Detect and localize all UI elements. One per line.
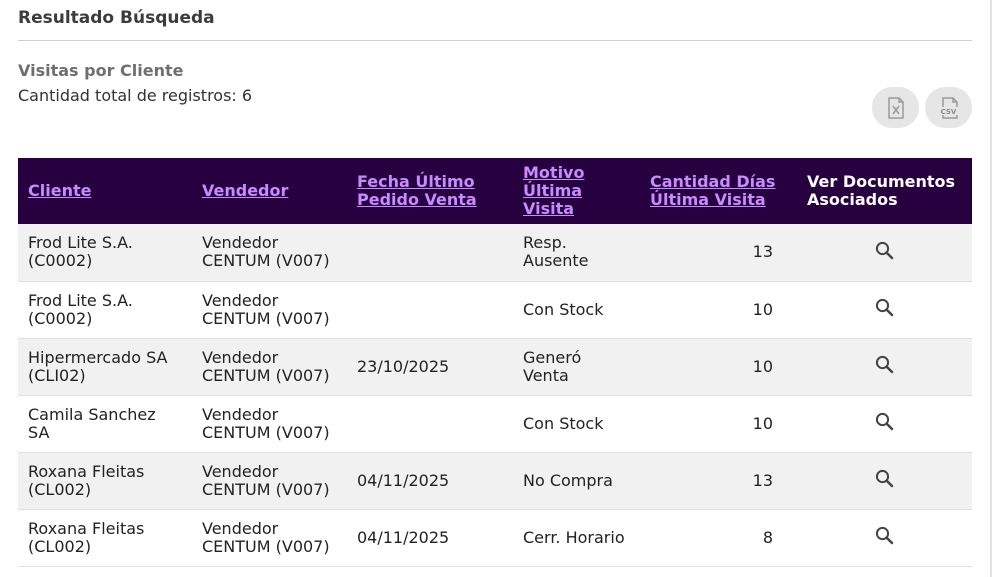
cell-motivo: Generó Venta [523,347,582,385]
cell-dias: 8 [762,527,773,547]
table-row: Frod Lite S.A. (C0002) Vendedor CENTUM (… [18,224,972,281]
record-count: Cantidad total de registros: 6 [18,86,253,105]
cell-dias: 10 [752,299,773,319]
table-row: Frod Lite S.A. (C0002) Vendedor CENTUM (… [18,281,972,338]
search-icon[interactable] [875,241,894,260]
cell-ver-documentos [797,452,972,509]
page-title: Resultado Búsqueda [18,8,215,28]
column-header-ver-documentos: Ver Documentos Asociados [797,158,972,224]
svg-text:CSV: CSV [940,108,956,116]
cell-dias: 10 [752,356,773,376]
column-header-motivo-ultima-visita[interactable]: Motivo Última Visita [513,158,640,224]
export-excel-button[interactable] [872,87,919,128]
export-csv-button[interactable]: CSV [925,87,972,128]
cell-motivo: Cerr. Horario [523,527,625,547]
cell-ver-documentos [797,224,972,281]
column-header-cliente[interactable]: Cliente [18,158,192,224]
cell-vendedor: Vendedor CENTUM (V007) [202,404,330,442]
column-header-cantidad-dias[interactable]: Cantidad Días Última Visita [640,158,797,224]
table-row: Roxana Fleitas (CL002) Vendedor CENTUM (… [18,509,972,566]
cell-ver-documentos [797,281,972,338]
cell-vendedor: Vendedor CENTUM (V007) [202,347,330,385]
cell-fecha [347,395,513,452]
cell-fecha: 04/11/2025 [357,527,450,547]
column-header-label: Vendedor [202,181,289,200]
cell-fecha: 04/11/2025 [357,470,450,490]
cell-cliente: Frod Lite S.A. (C0002) [28,233,133,271]
column-header-fecha-ultimo-pedido[interactable]: Fecha Último Pedido Venta [347,158,513,224]
cell-cliente: Hipermercado SA (CLI02) [28,347,168,385]
cell-dias: 13 [752,242,773,262]
cell-fecha: 23/10/2025 [357,356,450,376]
cell-cliente: Roxana Fleitas (CL002) [28,518,145,556]
search-icon[interactable] [875,355,894,374]
cell-vendedor: Vendedor CENTUM (V007) [202,461,330,499]
title-divider [18,40,972,41]
cell-cliente: Roxana Fleitas (CL002) [28,461,145,499]
cell-motivo: Con Stock [523,299,604,319]
report-name: Visitas por Cliente [18,61,184,80]
scrollbar-edge [990,0,992,577]
cell-fecha [347,224,513,281]
cell-motivo: Resp. Ausente [523,233,589,271]
csv-file-icon: CSV [937,96,961,119]
cell-vendedor: Vendedor CENTUM (V007) [202,290,330,328]
excel-file-icon [886,96,906,119]
cell-fecha [347,281,513,338]
table-row: Roxana Fleitas (CL002) Vendedor CENTUM (… [18,452,972,509]
table-row: Hipermercado SA (CLI02) Vendedor CENTUM … [18,338,972,395]
cell-motivo: Con Stock [523,413,604,433]
cell-ver-documentos [797,395,972,452]
search-icon[interactable] [875,298,894,317]
column-header-label: Fecha Último Pedido Venta [357,172,477,209]
cell-motivo: No Compra [523,470,613,490]
table-header-row: Cliente Vendedor Fecha Último Pedido Ven… [18,158,972,224]
cell-ver-documentos [797,338,972,395]
cell-dias: 10 [752,413,773,433]
column-header-label: Cantidad Días Última Visita [650,172,776,209]
cell-dias: 13 [752,470,773,490]
cell-cliente: Camila Sanchez SA [28,404,156,442]
column-header-label: Motivo Última Visita [523,163,585,218]
table-row: Camila Sanchez SA Vendedor CENTUM (V007)… [18,395,972,452]
cell-vendedor: Vendedor CENTUM (V007) [202,518,330,556]
cell-ver-documentos [797,509,972,566]
column-header-vendedor[interactable]: Vendedor [192,158,347,224]
column-header-label: Ver Documentos Asociados [807,172,956,209]
search-icon[interactable] [875,469,894,488]
column-header-label: Cliente [28,181,92,200]
cell-vendedor: Vendedor CENTUM (V007) [202,233,330,271]
cell-cliente: Frod Lite S.A. (C0002) [28,290,133,328]
search-icon[interactable] [875,412,894,431]
search-icon[interactable] [875,526,894,545]
results-table: Cliente Vendedor Fecha Último Pedido Ven… [18,158,972,567]
